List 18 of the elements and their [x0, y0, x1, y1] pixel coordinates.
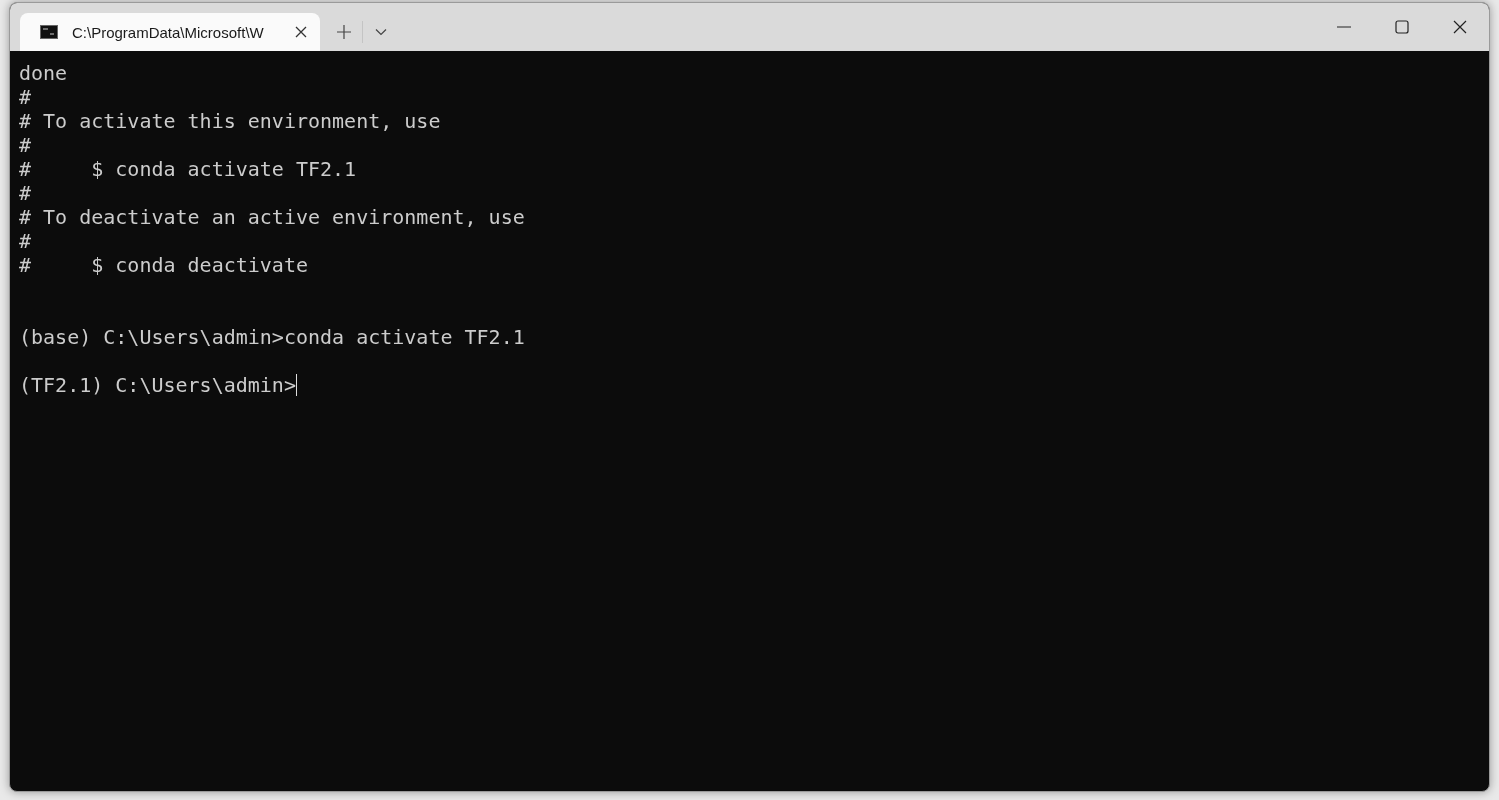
tab[interactable]: C:\ProgramData\Microsoft\W — [20, 13, 320, 51]
maximize-icon[interactable] — [1395, 20, 1409, 34]
caret-icon[interactable] — [375, 28, 387, 36]
close-icon[interactable] — [1453, 20, 1467, 34]
output-line: # — [19, 181, 32, 205]
output-line: # To deactivate an active environment, use — [19, 205, 525, 229]
output-line: # — [19, 133, 32, 157]
output-line: done — [19, 61, 68, 85]
output-line: # To activate this environment, use — [19, 109, 441, 133]
prompt-line: (TF2.1) C:\Users\admin> — [19, 373, 296, 397]
output-line: # $ conda deactivate — [19, 253, 308, 277]
output-line: # — [19, 229, 32, 253]
output-line: # $ conda activate TF2.1 — [19, 157, 357, 181]
terminal-icon — [40, 25, 58, 39]
plus-icon[interactable] — [337, 25, 351, 39]
output-line: # — [19, 85, 32, 109]
prompt-line: (base) C:\Users\admin>conda activate TF2.1 — [19, 325, 525, 349]
close-tab-icon[interactable] — [294, 25, 308, 39]
